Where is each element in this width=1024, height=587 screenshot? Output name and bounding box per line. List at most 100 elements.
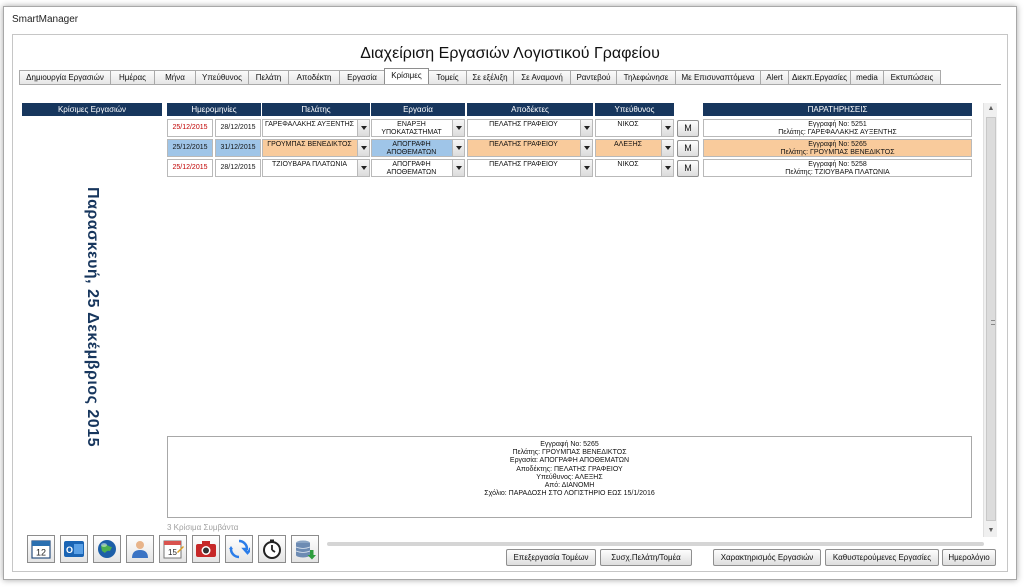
- task-value: ΕΝΑΡΞΗ ΥΠΟΚΑΤΑΣΤΗΜΑΤ: [381, 121, 442, 136]
- dropdown-arrow-icon[interactable]: [357, 140, 369, 156]
- client-select[interactable]: ΓΑΡΕΦΑΛΑΚΗΣ ΑΥΞΕΝΤΗΣ: [262, 119, 370, 137]
- column-header-recipients: Αποδέκτες: [467, 103, 593, 116]
- sync-icon: [229, 539, 250, 559]
- svg-text:12: 12: [36, 548, 46, 558]
- user-icon: [132, 541, 148, 558]
- late-tasks-button[interactable]: Καθυστερούμενες Εργασίες: [825, 549, 939, 566]
- start-date-field[interactable]: 25/12/2015: [167, 159, 213, 177]
- remarks-cell: Εγγραφή Νο: 5251 Πελάτης: ΓΑΡΕΦΑΛΑΚΗΣ ΑΥΞ…: [703, 119, 972, 137]
- dropdown-arrow-icon[interactable]: [661, 120, 673, 136]
- responsible-select[interactable]: ΝΙΚΟΣ: [595, 119, 674, 137]
- calendar-12-icon: 12: [31, 540, 51, 559]
- task-value: ΑΠΟΓΡΑΦΗ ΑΠΟΘΕΜΑΤΩΝ: [386, 161, 437, 176]
- responsible-select[interactable]: ΑΛΕΞΗΣ: [595, 139, 674, 157]
- calendar-button[interactable]: Ημερολόγιο: [942, 549, 996, 566]
- tab-16[interactable]: media: [850, 70, 884, 84]
- client-value: ΓΡΟΥΜΠΑΣ ΒΕΝΕΔΙΚΤΟΣ: [267, 141, 352, 148]
- remark-record-number: Εγγραφή Νο: 5258: [808, 161, 867, 168]
- dropdown-arrow-icon[interactable]: [580, 160, 592, 176]
- column-header-responsible: Υπεύθυνος: [595, 103, 674, 116]
- edit-sectors-button[interactable]: Επεξεργασία Τομέων: [506, 549, 596, 566]
- scroll-down-arrow-icon[interactable]: ▼: [984, 525, 998, 537]
- start-date-field[interactable]: 25/12/2015: [167, 119, 213, 137]
- task-select[interactable]: ΑΠΟΓΡΑΦΗ ΑΠΟΘΕΜΑΤΩΝ: [371, 159, 465, 177]
- dropdown-arrow-icon[interactable]: [661, 160, 673, 176]
- globe-button[interactable]: [93, 535, 121, 563]
- calendar-12-button[interactable]: 12: [27, 535, 55, 563]
- detail-line: Εγγραφή Νο: 5265: [540, 441, 599, 448]
- task-select[interactable]: ΕΝΑΡΞΗ ΥΠΟΚΑΤΑΣΤΗΜΑΤ: [371, 119, 465, 137]
- remarks-cell: Εγγραφή Νο: 5265 Πελάτης: ΓΡΟΥΜΠΑΣ ΒΕΝΕΔΙ…: [703, 139, 972, 157]
- detail-line: Εργασία: ΑΠΟΓΡΑΦΗ ΑΠΟΘΕΜΑΤΩΝ: [509, 457, 630, 465]
- camera-button[interactable]: [192, 535, 220, 563]
- tab-15[interactable]: Διεκπ.Εργασίες: [788, 70, 851, 84]
- remark-client: Πελάτης: ΤΖΙΟΥΒΑΡΑ ΠΛΑΤΩΝΙΑ: [785, 169, 890, 176]
- scrollbar-thumb[interactable]: [986, 117, 996, 521]
- due-date-field[interactable]: 28/12/2015: [215, 119, 261, 137]
- dropdown-arrow-icon[interactable]: [580, 140, 592, 156]
- tab-4[interactable]: Πελάτη: [248, 70, 289, 84]
- database-icon: [295, 540, 316, 560]
- critical-events-count: 3 Κρίσιμα Συμβάντα: [167, 523, 239, 532]
- responsible-select[interactable]: ΝΙΚΟΣ: [595, 159, 674, 177]
- tab-10[interactable]: Σε Αναμονή: [513, 70, 571, 84]
- tab-11[interactable]: Ραντεβού: [570, 70, 617, 84]
- scrollbar-grip-icon: [991, 320, 995, 325]
- user-button[interactable]: [126, 535, 154, 563]
- task-value: ΑΠΟΓΡΑΦΗ ΑΠΟΘΕΜΑΤΩΝ: [386, 141, 437, 156]
- due-date-field[interactable]: 31/12/2015: [215, 139, 261, 157]
- window-title: SmartManager: [12, 14, 79, 25]
- recipient-value: ΠΕΛΑΤΗΣ ΓΡΑΦΕΙΟΥ: [489, 161, 558, 168]
- database-button[interactable]: [291, 535, 319, 563]
- tab-2[interactable]: Μήνα: [154, 70, 196, 84]
- recipient-select[interactable]: ΠΕΛΑΤΗΣ ΓΡΑΦΕΙΟΥ: [467, 159, 593, 177]
- vertical-scrollbar[interactable]: ▲ ▼: [983, 103, 997, 537]
- client-select[interactable]: ΓΡΟΥΜΠΑΣ ΒΕΝΕΔΙΚΤΟΣ: [262, 139, 370, 157]
- dropdown-arrow-icon[interactable]: [452, 120, 464, 136]
- sync-button[interactable]: [225, 535, 253, 563]
- client-select[interactable]: ΤΖΙΟΥΒΑΡΑ ΠΛΑΤΩΝΙΑ: [262, 159, 370, 177]
- dropdown-arrow-icon[interactable]: [580, 120, 592, 136]
- dropdown-arrow-icon[interactable]: [452, 160, 464, 176]
- dropdown-arrow-icon[interactable]: [357, 160, 369, 176]
- tab-17[interactable]: Εκτυπώσεις: [883, 70, 941, 84]
- tab-bar-divider: [19, 84, 1001, 85]
- app-window: SmartManager Διαχείριση Εργασιών Λογιστι…: [3, 6, 1017, 580]
- tab-3[interactable]: Υπεύθυνος: [195, 70, 249, 84]
- row-m-button[interactable]: M: [677, 120, 699, 137]
- start-date-field[interactable]: 25/12/2015: [167, 139, 213, 157]
- tab-0[interactable]: Δημιουργία Εργασιών: [19, 70, 111, 84]
- camera-icon: [196, 541, 216, 557]
- current-date-text: Παρασκευή, 25 Δεκέμβριος 2015: [84, 187, 101, 447]
- link-client-sector-button[interactable]: Συσχ.Πελάτη/Τομέα: [600, 549, 692, 566]
- tab-13[interactable]: Με Επισυναπτόμενα: [675, 70, 761, 84]
- dropdown-arrow-icon[interactable]: [357, 120, 369, 136]
- recipient-select[interactable]: ΠΕΛΑΤΗΣ ΓΡΑΦΕΙΟΥ: [467, 139, 593, 157]
- column-header-task: Εργασία: [371, 103, 465, 116]
- tab-1[interactable]: Ημέρας: [110, 70, 155, 84]
- dropdown-arrow-icon[interactable]: [661, 140, 673, 156]
- calendar-15-button[interactable]: 15: [159, 535, 187, 563]
- tab-7[interactable]: Κρίσιμες: [384, 68, 429, 84]
- remark-client: Πελάτης: ΓΡΟΥΜΠΑΣ ΒΕΝΕΔΙΚΤΟΣ: [780, 149, 895, 156]
- tab-5[interactable]: Αποδέκτη: [288, 70, 340, 84]
- outlook-button[interactable]: O: [60, 535, 88, 563]
- task-tagging-button[interactable]: Χαρακτηρισμός Εργασιών: [713, 549, 821, 566]
- recipient-select[interactable]: ΠΕΛΑΤΗΣ ΓΡΑΦΕΙΟΥ: [467, 119, 593, 137]
- tab-14[interactable]: Alert: [760, 70, 789, 84]
- remark-record-number: Εγγραφή Νο: 5265: [808, 141, 867, 148]
- tab-9[interactable]: Σε εξέλιξη: [466, 70, 514, 84]
- remarks-cell: Εγγραφή Νο: 5258 Πελάτης: ΤΖΙΟΥΒΑΡΑ ΠΛΑΤΩ…: [703, 159, 972, 177]
- tab-12[interactable]: Τηλεφώνησε: [616, 70, 676, 84]
- tab-8[interactable]: Τομείς: [428, 70, 467, 84]
- dropdown-arrow-icon[interactable]: [452, 140, 464, 156]
- task-select[interactable]: ΑΠΟΓΡΑΦΗ ΑΠΟΘΕΜΑΤΩΝ: [371, 139, 465, 157]
- current-date-panel: Παρασκευή, 25 Δεκέμβριος 2015: [22, 127, 162, 507]
- client-value: ΓΑΡΕΦΑΛΑΚΗΣ ΑΥΞΕΝΤΗΣ: [265, 121, 354, 128]
- scroll-up-arrow-icon[interactable]: ▲: [984, 103, 998, 115]
- tab-6[interactable]: Εργασία: [339, 70, 385, 84]
- timer-button[interactable]: [258, 535, 286, 563]
- due-date-field[interactable]: 28/12/2015: [215, 159, 261, 177]
- row-m-button[interactable]: M: [677, 160, 699, 177]
- row-m-button[interactable]: M: [677, 140, 699, 157]
